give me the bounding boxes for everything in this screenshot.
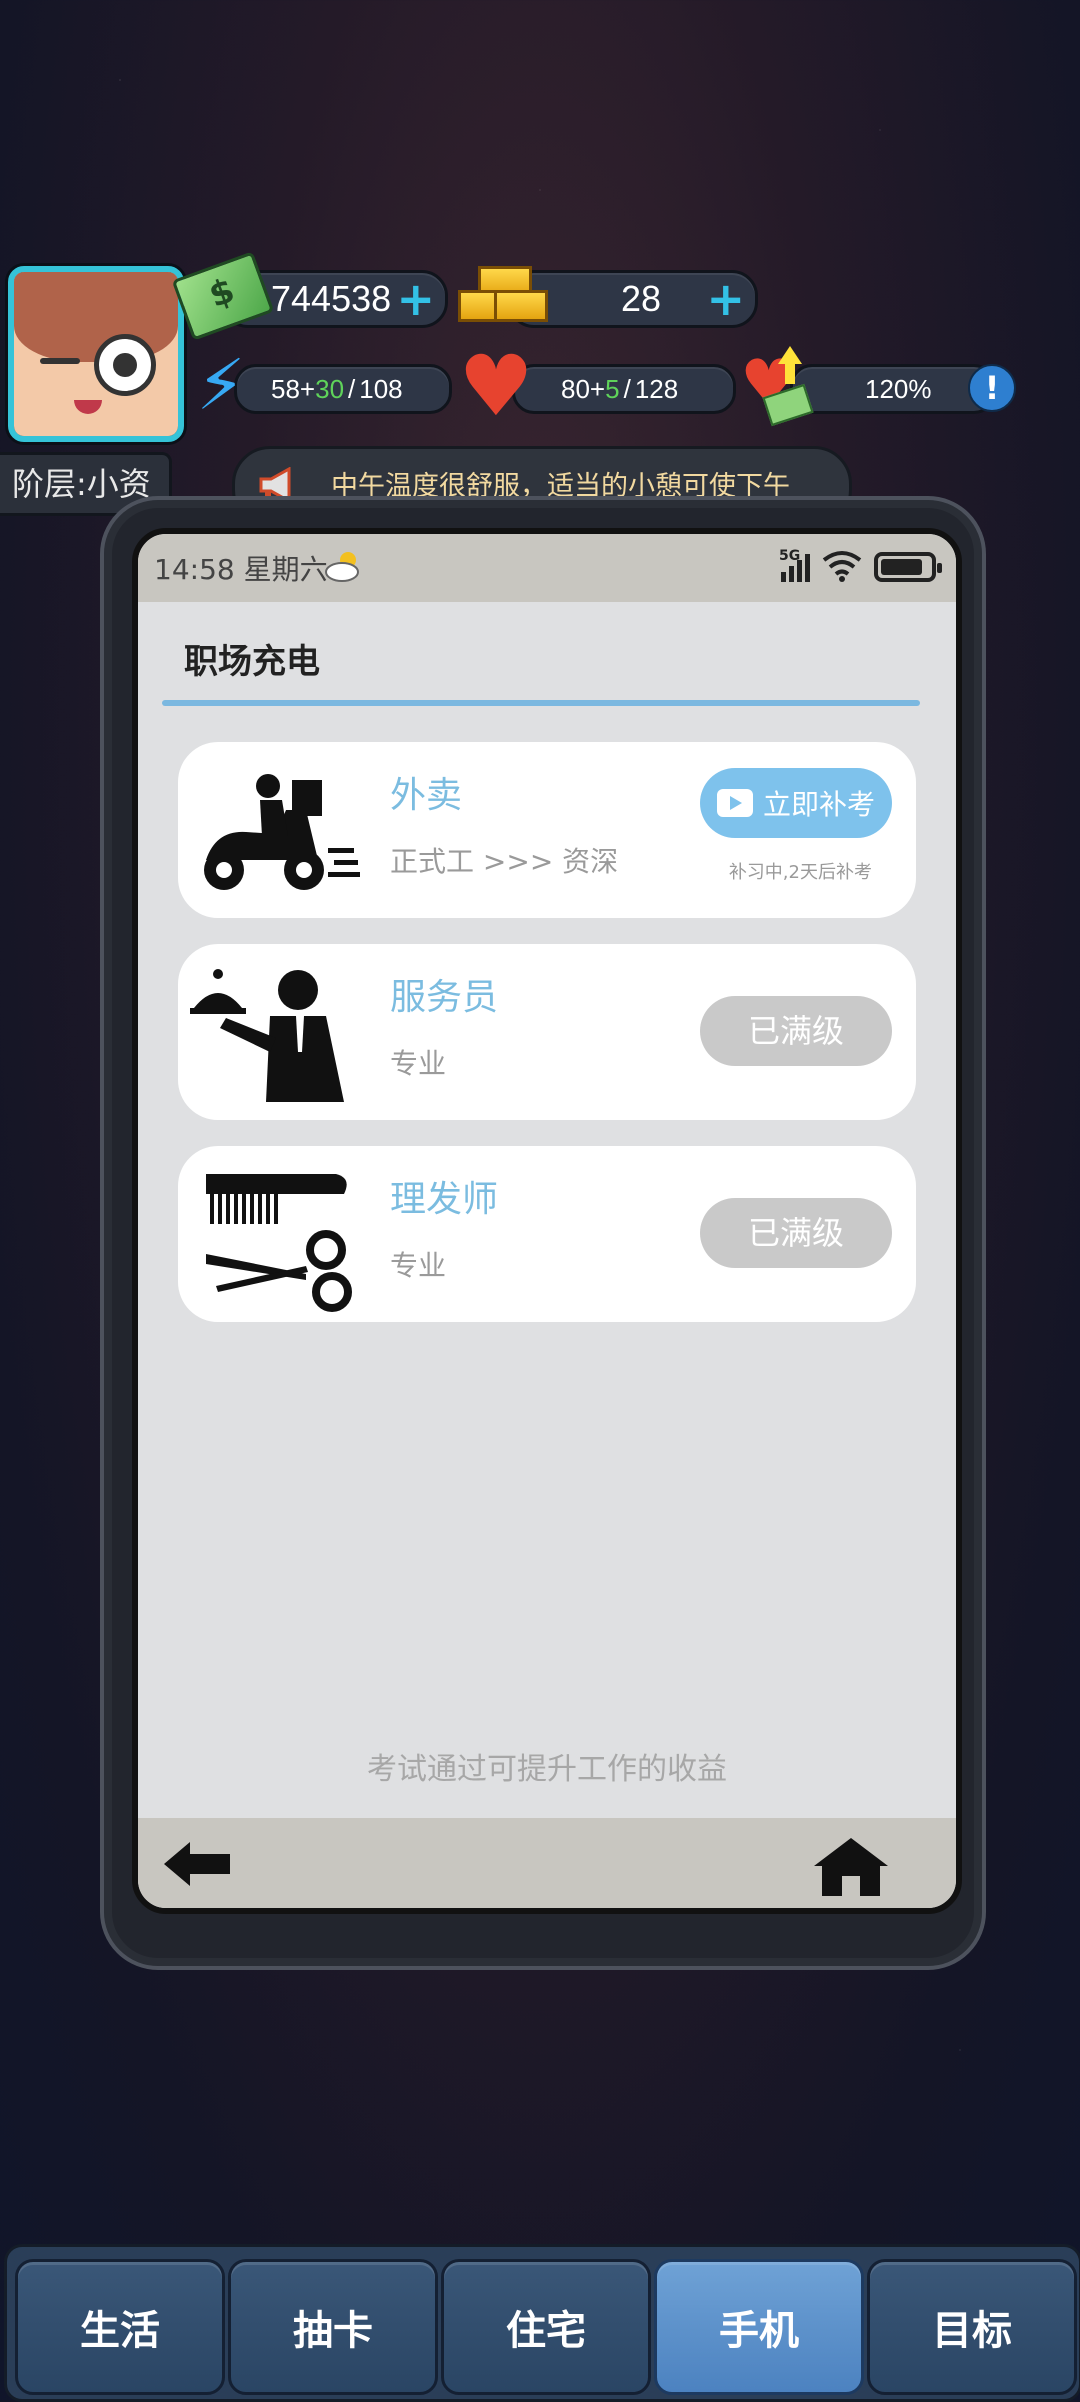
bottom-tab-bar: 生活 抽卡 住宅 手机 目标 bbox=[4, 2244, 1080, 2402]
back-arrow-icon[interactable] bbox=[160, 1836, 234, 1892]
health-plus-sign: + bbox=[589, 373, 606, 404]
health-bonus: 5 bbox=[605, 373, 620, 404]
page-title: 职场充电 bbox=[184, 642, 320, 682]
energy-bar: 58+30/108 bbox=[234, 364, 452, 414]
mood-bar: 120% bbox=[790, 364, 996, 414]
energy-base: 58 bbox=[271, 373, 300, 404]
health-separator: / bbox=[623, 373, 631, 404]
tab-gacha[interactable]: 抽卡 bbox=[228, 2259, 438, 2395]
avatar-eye bbox=[94, 334, 156, 396]
phone-time: 14:58 星期六 bbox=[154, 553, 328, 586]
add-gold-button[interactable]: + bbox=[706, 276, 745, 322]
mood-value: 120% bbox=[865, 373, 932, 404]
exam-countdown-note: 补习中,2天后补考 bbox=[728, 862, 872, 883]
phone-status-bar: 14:58 星期六 5G bbox=[138, 534, 956, 602]
battery-icon bbox=[874, 552, 942, 582]
title-underline bbox=[162, 700, 920, 706]
job-card-delivery[interactable]: 外卖 正式工 >>> 资深 立即补考 补习中,2天后补考 bbox=[178, 742, 916, 918]
heart-money-boost-icon: ♥ bbox=[740, 346, 814, 427]
max-level-button[interactable]: 已满级 bbox=[700, 996, 892, 1066]
video-play-icon bbox=[716, 789, 753, 817]
wifi-icon bbox=[822, 551, 862, 582]
max-level-button[interactable]: 已满级 bbox=[700, 1198, 892, 1268]
job-card-waiter[interactable]: 服务员 专业 已满级 bbox=[178, 944, 916, 1120]
phone-nav-bar bbox=[138, 1818, 956, 1908]
job-rank: 专业 bbox=[390, 1249, 447, 1282]
info-button[interactable]: ! bbox=[968, 364, 1016, 412]
job-card-barber[interactable]: 理发师 专业 已满级 bbox=[178, 1146, 916, 1322]
energy-separator: / bbox=[348, 373, 356, 404]
health-max: 128 bbox=[634, 373, 679, 404]
health-base: 80 bbox=[561, 373, 590, 404]
energy-max: 108 bbox=[359, 373, 403, 404]
footer-hint: 考试通过可提升工作的收益 bbox=[367, 1752, 727, 1787]
waiter-icon bbox=[190, 969, 344, 1102]
player-avatar[interactable] bbox=[8, 266, 184, 442]
energy-plus-sign: + bbox=[299, 373, 316, 404]
job-name: 理发师 bbox=[390, 1179, 499, 1220]
energy-bolt-icon: ⚡ bbox=[196, 344, 246, 426]
job-rank-progress: 正式工 >>> 资深 bbox=[390, 845, 619, 878]
signal-icon: 5G bbox=[779, 548, 810, 582]
cash-value: 744538 bbox=[271, 278, 392, 319]
health-heart-icon: ♥ bbox=[458, 337, 534, 435]
tab-goals[interactable]: 目标 bbox=[867, 2259, 1077, 2395]
phone-screen: 14:58 星期六 5G 职场充电 外卖 正式工 >>> 资深 立即补考 补习中… bbox=[132, 528, 962, 1914]
status-icons: 5G bbox=[779, 548, 942, 582]
scooter-icon bbox=[204, 774, 360, 890]
add-cash-button[interactable]: + bbox=[396, 276, 435, 322]
health-value: 80+5/128 bbox=[561, 374, 678, 405]
avatar-hair bbox=[14, 272, 178, 363]
tab-phone[interactable]: 手机 bbox=[654, 2259, 864, 2395]
avatar-wink-eye bbox=[40, 358, 80, 364]
job-rank: 专业 bbox=[390, 1047, 447, 1080]
retake-exam-button[interactable]: 立即补考 bbox=[700, 768, 892, 838]
energy-value: 58+30/108 bbox=[271, 374, 403, 405]
home-icon[interactable] bbox=[810, 1834, 892, 1898]
energy-bonus: 30 bbox=[315, 373, 345, 404]
job-name: 外卖 bbox=[390, 775, 463, 816]
partly-cloudy-icon bbox=[325, 552, 359, 582]
health-bar: 80+5/128 bbox=[512, 364, 736, 414]
job-name: 服务员 bbox=[390, 977, 499, 1018]
tab-housing[interactable]: 住宅 bbox=[441, 2259, 651, 2395]
tab-life[interactable]: 生活 bbox=[15, 2259, 225, 2395]
network-type: 5G bbox=[779, 548, 801, 564]
comb-scissors-icon bbox=[206, 1174, 352, 1312]
gold-value: 28 bbox=[621, 278, 662, 319]
retake-exam-label: 立即补考 bbox=[762, 788, 875, 821]
gold-bars-icon bbox=[458, 266, 548, 322]
